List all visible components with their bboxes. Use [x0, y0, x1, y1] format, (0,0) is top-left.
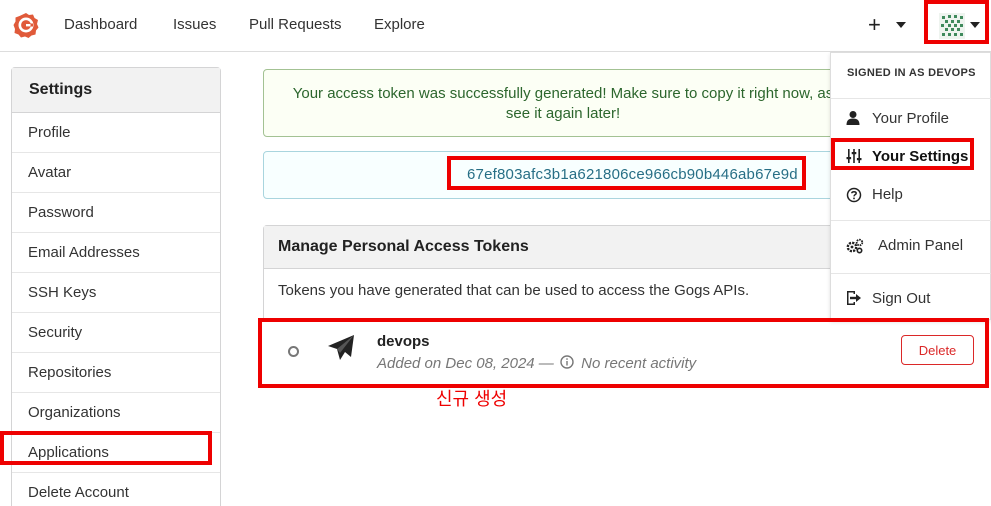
sidebar-title: Settings — [12, 68, 220, 113]
delete-token-button[interactable]: Delete — [901, 335, 974, 365]
nav-issues-link[interactable]: Issues — [173, 16, 216, 33]
annotation-note: 신규 생성 — [436, 389, 508, 409]
sign-out-icon — [847, 291, 861, 305]
paper-plane-icon — [328, 335, 354, 360]
sidebar-item-repositories[interactable]: Repositories — [12, 353, 220, 393]
dropdown-divider — [831, 220, 991, 221]
dropdown-help[interactable]: Help — [872, 186, 903, 203]
token-name: devops — [377, 333, 430, 350]
nav-pull-requests-link[interactable]: Pull Requests — [249, 16, 342, 33]
user-dropdown-menu — [830, 52, 991, 320]
dropdown-sign-out[interactable]: Sign Out — [872, 290, 930, 307]
user-avatar[interactable] — [939, 13, 965, 39]
token-meta: Added on Dec 08, 2024 — No recent activi… — [377, 355, 696, 372]
tokens-panel: Manage Personal Access Tokens Tokens you… — [263, 225, 863, 321]
token-list-item — [263, 321, 987, 384]
dropdown-divider — [831, 98, 991, 99]
cogs-icon — [846, 238, 864, 254]
top-navbar: Dashboard Issues Pull Requests Explore + — [0, 0, 991, 52]
success-message-line-1: Your access token was successfully gener… — [292, 85, 834, 102]
info-circle-icon — [560, 355, 574, 369]
chevron-down-icon[interactable] — [896, 22, 906, 28]
success-message: Your access token was successfully gener… — [263, 69, 863, 137]
dropdown-your-profile[interactable]: Your Profile — [872, 110, 949, 127]
sidebar-item-organizations[interactable]: Organizations — [12, 393, 220, 433]
dropdown-admin-panel[interactable]: Admin Panel — [878, 237, 963, 254]
tokens-panel-title: Manage Personal Access Tokens — [264, 226, 862, 269]
sliders-icon — [846, 149, 862, 163]
dropdown-your-settings[interactable]: Your Settings — [872, 148, 968, 165]
dropdown-divider — [831, 273, 991, 274]
sidebar-item-ssh-keys[interactable]: SSH Keys — [12, 273, 220, 313]
help-circle-icon — [846, 187, 862, 203]
gogs-logo-icon[interactable] — [13, 12, 39, 38]
success-message-line-2: see it again later! — [505, 105, 621, 122]
sidebar-item-profile[interactable]: Profile — [12, 113, 220, 153]
nav-explore-link[interactable]: Explore — [374, 16, 425, 33]
user-icon — [846, 111, 860, 125]
sidebar-item-password[interactable]: Password — [12, 193, 220, 233]
access-token-value[interactable]: 67ef803afc3b1a621806ce966cb90b446ab67e9d — [467, 166, 798, 183]
avatar-chevron-down-icon[interactable] — [970, 22, 980, 28]
token-added-on: Added on Dec 08, 2024 — — [377, 355, 554, 372]
sidebar-item-email-addresses[interactable]: Email Addresses — [12, 233, 220, 273]
sidebar-item-delete-account[interactable]: Delete Account — [12, 473, 220, 506]
create-new-button[interactable]: + — [868, 12, 881, 38]
signed-in-as-header: SIGNED IN AS DEVOPS — [847, 67, 976, 79]
token-activity: No recent activity — [581, 355, 697, 372]
nav-dashboard-link[interactable]: Dashboard — [64, 16, 137, 33]
sidebar-item-applications[interactable]: Applications — [12, 433, 220, 473]
token-status-dot-icon — [288, 346, 299, 357]
sidebar-item-security[interactable]: Security — [12, 313, 220, 353]
sidebar-item-avatar[interactable]: Avatar — [12, 153, 220, 193]
tokens-panel-description: Tokens you have generated that can be us… — [278, 282, 750, 299]
settings-sidebar: Settings Profile Avatar Password Email A… — [11, 67, 221, 506]
